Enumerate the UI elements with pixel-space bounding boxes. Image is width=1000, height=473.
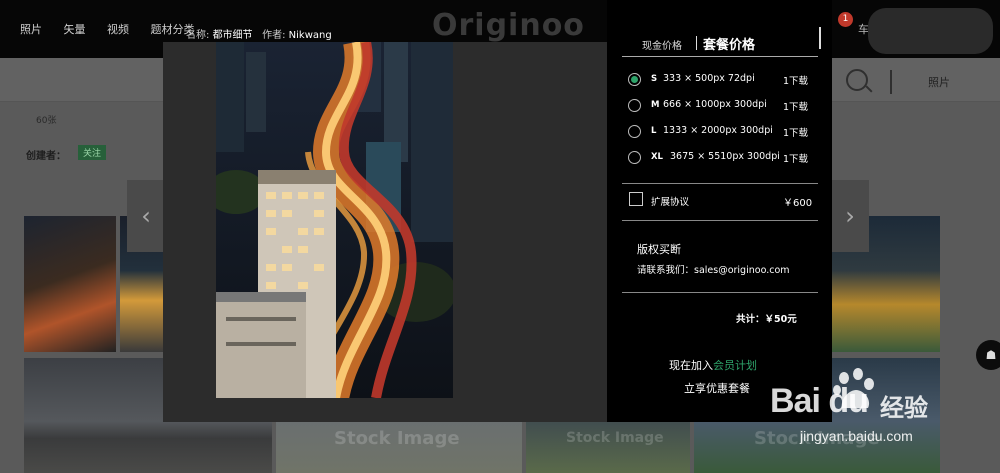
size-downloads: 1下载: [783, 76, 809, 87]
cart-count-badge: 1: [838, 12, 853, 27]
membership-promo: 现在加入会员计划: [669, 357, 757, 373]
size-downloads: 1下载: [783, 154, 809, 165]
creator-label: 创建者：: [26, 151, 66, 162]
side-help-icon[interactable]: ☗: [976, 340, 1000, 370]
size-code: M: [651, 100, 660, 110]
size-code: L: [651, 126, 657, 136]
city-highway-photo: [216, 42, 453, 398]
size-downloads: 1下载: [783, 102, 809, 113]
tab-cash-price[interactable]: 现金价格: [642, 37, 682, 52]
user-account-area[interactable]: [868, 8, 993, 54]
nav-item-vectors[interactable]: 矢量: [64, 23, 86, 36]
total-price: 共计：￥50元: [736, 314, 797, 325]
size-dimensions: 3675 × 5510px 300dpi: [670, 151, 780, 162]
image-name: 都市细节: [212, 30, 253, 41]
size-option-s[interactable]: S 333 × 500px 72dpi 1下载: [628, 72, 818, 88]
watermark-url: jingyan.baidu.com: [800, 428, 913, 444]
nav-item-photos[interactable]: 照片: [20, 23, 42, 36]
baidu-jingyan-watermark: 经验: [880, 394, 928, 422]
divider: [622, 220, 818, 221]
divider: [622, 292, 818, 293]
follow-button[interactable]: 关注: [78, 145, 107, 160]
size-option-m[interactable]: M 666 × 1000px 300dpi 1下载: [628, 98, 818, 114]
site-logo[interactable]: Originoo: [432, 8, 585, 43]
extended-license-label: 扩展协议: [651, 197, 690, 208]
tab-package-price[interactable]: 套餐价格: [703, 34, 755, 53]
size-dimensions: 333 × 500px 72dpi: [663, 73, 755, 84]
size-dimensions: 666 × 1000px 300dpi: [663, 99, 767, 110]
divider: [622, 183, 818, 184]
membership-perk: 立享优惠套餐: [684, 382, 750, 395]
membership-plan-link[interactable]: 会员计划: [713, 359, 757, 372]
next-image-button[interactable]: ›: [831, 180, 869, 252]
extended-license-price: ￥600: [783, 198, 813, 209]
buyout-contact: 请联系我们：sales@originoo.com: [637, 265, 790, 276]
preview-image: [216, 42, 453, 398]
membership-promo-prefix: 现在加入: [669, 359, 713, 372]
pricing-tabs: 现金价格 套餐价格: [622, 27, 821, 57]
radio-icon[interactable]: [628, 125, 641, 138]
size-option-xl[interactable]: XL 3675 × 5510px 300dpi 1下载: [628, 150, 818, 166]
size-code: XL: [651, 152, 663, 162]
size-option-l[interactable]: L 1333 × 2000px 300dpi 1下载: [628, 124, 818, 140]
search-scope-select[interactable]: 照片: [928, 74, 950, 90]
stock-image-watermark: Stock Image: [334, 428, 460, 449]
radio-selected-icon[interactable]: [628, 73, 641, 86]
radio-icon[interactable]: [628, 151, 641, 164]
result-count: 60张: [36, 116, 57, 126]
size-code: S: [651, 74, 658, 84]
image-name-label: 名称:: [186, 30, 210, 41]
tab-bar-edge: [819, 27, 821, 49]
extended-license-checkbox[interactable]: [629, 192, 643, 206]
author-name[interactable]: Nikwang: [289, 30, 332, 41]
size-downloads: 1下载: [783, 128, 809, 139]
search-icon[interactable]: [846, 69, 868, 91]
main-nav: 照片 矢量 视频 题材分类: [20, 21, 213, 37]
buyout-title: 版权买断: [637, 243, 681, 256]
tab-divider: [696, 36, 697, 50]
stock-image-watermark: Stock Image: [566, 430, 664, 446]
gallery-thumbnail[interactable]: [24, 216, 116, 352]
prev-image-button[interactable]: ‹: [127, 180, 165, 252]
baidu-brand-watermark: Bai du: [770, 382, 869, 420]
radio-icon[interactable]: [628, 99, 641, 112]
size-dimensions: 1333 × 2000px 300dpi: [663, 125, 773, 136]
search-divider: [890, 70, 892, 94]
nav-item-videos[interactable]: 视频: [107, 23, 129, 36]
author-label: 作者:: [262, 30, 286, 41]
image-meta: 名称: 都市细节 作者: Nikwang: [186, 26, 332, 41]
